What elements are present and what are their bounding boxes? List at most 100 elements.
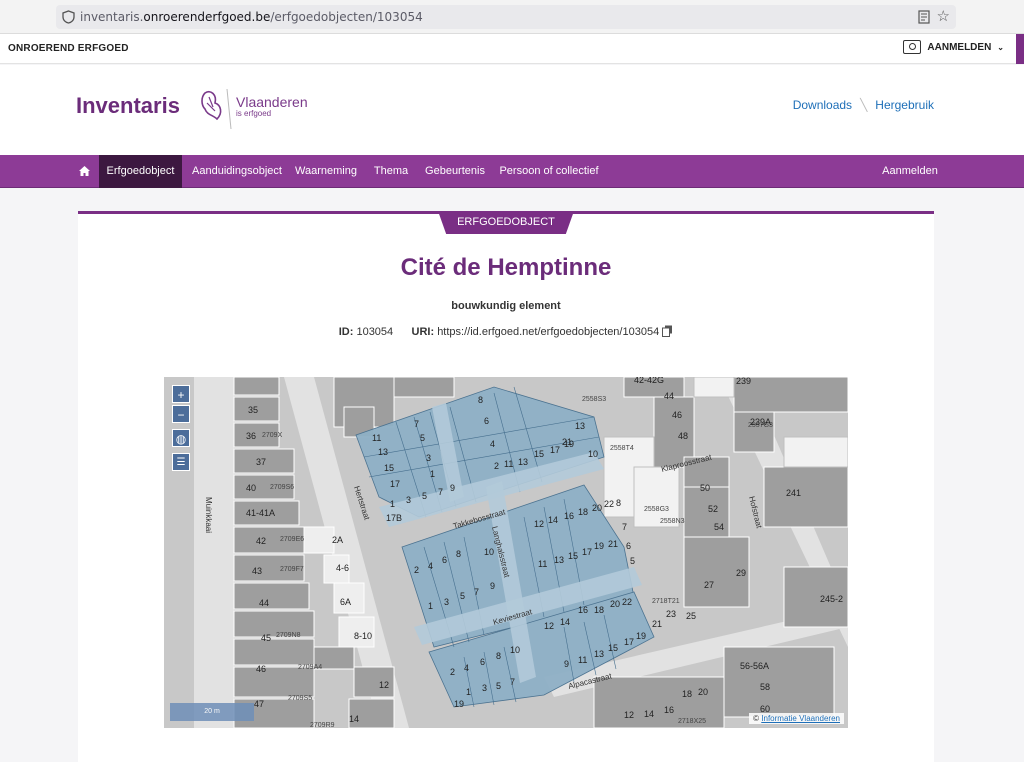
map-canvas: Muinkkaai Hertstraat Takkebosstraat Lang…	[164, 377, 848, 728]
ribbon-accent	[1016, 34, 1024, 64]
svg-text:14: 14	[644, 709, 654, 719]
svg-text:9: 9	[564, 659, 569, 669]
svg-text:47: 47	[254, 699, 264, 709]
svg-text:6A: 6A	[340, 597, 351, 607]
nav-item-persoon[interactable]: Persoon of collectief	[496, 155, 602, 188]
page-title: Cité de Hemptinne	[400, 254, 612, 281]
svg-text:4: 4	[428, 561, 433, 571]
svg-text:44: 44	[664, 391, 674, 401]
svg-text:42-42G: 42-42G	[634, 377, 664, 385]
svg-text:1: 1	[428, 601, 433, 611]
id-card-icon	[903, 40, 922, 54]
svg-text:36: 36	[246, 431, 256, 441]
svg-text:4: 4	[490, 439, 495, 449]
svg-text:2709A4: 2709A4	[298, 664, 322, 671]
svg-text:8: 8	[478, 395, 483, 405]
nav-item-thema[interactable]: Thema	[366, 155, 416, 188]
svg-text:13: 13	[518, 457, 528, 467]
svg-text:10: 10	[588, 449, 598, 459]
svg-text:58: 58	[760, 682, 770, 692]
svg-text:12: 12	[544, 621, 554, 631]
svg-text:20: 20	[592, 503, 602, 513]
top-ribbon: ONROEREND ERFGOED AANMELDEN ⌄	[0, 34, 1024, 64]
svg-text:5: 5	[420, 433, 425, 443]
svg-text:13: 13	[575, 421, 585, 431]
svg-text:18: 18	[594, 605, 604, 615]
svg-text:46: 46	[256, 664, 266, 674]
svg-text:239A: 239A	[750, 417, 771, 427]
svg-text:23: 23	[666, 609, 676, 619]
nav-item-waarneming[interactable]: Waarneming	[290, 155, 362, 188]
svg-text:2558T4: 2558T4	[610, 445, 634, 452]
object-type: bouwkundig element	[451, 300, 561, 312]
svg-text:17: 17	[390, 479, 400, 489]
ribbon-login-button[interactable]: AANMELDEN ⌄	[903, 40, 1004, 54]
svg-text:241: 241	[786, 488, 801, 498]
globe-icon[interactable]: ◍	[172, 429, 190, 447]
svg-text:5: 5	[460, 591, 465, 601]
svg-text:2709N8: 2709N8	[276, 632, 301, 639]
layers-list-icon[interactable]: ☰	[172, 453, 190, 471]
copy-icon[interactable]	[662, 325, 673, 337]
address-bar[interactable]: inventaris.onroerenderfgoed.be/erfgoedob…	[56, 5, 956, 29]
nav-item-gebeurtenis[interactable]: Gebeurtenis	[420, 155, 490, 188]
nav-item-erfgoedobject[interactable]: Erfgoedobject	[99, 155, 182, 188]
svg-text:3: 3	[482, 683, 487, 693]
nav-home[interactable]	[70, 155, 98, 188]
url-text: inventaris.onroerenderfgoed.be/erfgoedob…	[80, 10, 423, 24]
zoom-out-button[interactable]: −	[172, 405, 190, 423]
svg-text:19: 19	[594, 541, 604, 551]
inventaris-logo[interactable]: Inventaris	[76, 93, 180, 119]
svg-text:20: 20	[610, 599, 620, 609]
svg-text:9: 9	[490, 581, 495, 591]
svg-text:7: 7	[474, 587, 479, 597]
home-icon	[78, 166, 90, 176]
svg-text:44: 44	[259, 598, 269, 608]
bookmark-star-icon[interactable]: ☆	[937, 7, 950, 25]
zoom-in-button[interactable]: +	[172, 385, 190, 403]
svg-text:43: 43	[252, 566, 262, 576]
svg-text:2709F7: 2709F7	[280, 566, 304, 573]
attribution-link[interactable]: Informatie Vlaanderen	[761, 714, 840, 723]
svg-text:16: 16	[664, 705, 674, 715]
map-view[interactable]: Muinkkaai Hertstraat Takkebosstraat Lang…	[164, 377, 848, 728]
svg-text:41-41A: 41-41A	[246, 508, 275, 518]
hergebruik-link[interactable]: Hergebruik	[875, 98, 934, 112]
svg-text:17B: 17B	[386, 513, 402, 523]
header-links: Downloads ╲ Hergebruik	[793, 98, 934, 112]
svg-text:35: 35	[248, 405, 258, 415]
svg-text:1: 1	[466, 687, 471, 697]
svg-text:6: 6	[442, 555, 447, 565]
svg-text:11: 11	[578, 655, 587, 665]
svg-text:14: 14	[560, 617, 570, 627]
svg-text:21: 21	[652, 619, 662, 629]
svg-text:4-6: 4-6	[336, 563, 349, 573]
id-value: 103054	[356, 326, 394, 338]
svg-text:2558S3: 2558S3	[582, 396, 606, 403]
vlaanderen-tagline: is erfgoed	[236, 109, 272, 118]
nav-login[interactable]: Aanmelden	[874, 155, 946, 188]
svg-text:15: 15	[384, 463, 394, 473]
svg-text:3: 3	[406, 495, 411, 505]
svg-text:7: 7	[510, 677, 515, 687]
brand-name[interactable]: ONROEREND ERFGOED	[8, 43, 129, 54]
svg-text:5: 5	[630, 556, 635, 566]
attribution-prefix: ©	[753, 714, 760, 723]
svg-text:15: 15	[608, 643, 618, 653]
id-label: ID:	[338, 326, 354, 338]
link-separator: ╲	[860, 98, 868, 112]
reader-view-icon[interactable]	[918, 10, 930, 24]
svg-text:8-10: 8-10	[354, 631, 372, 641]
browser-toolbar: inventaris.onroerenderfgoed.be/erfgoedob…	[0, 0, 1024, 34]
svg-text:54: 54	[714, 522, 724, 532]
svg-text:13: 13	[378, 447, 388, 457]
svg-text:2558G3: 2558G3	[644, 506, 669, 513]
svg-text:12: 12	[624, 710, 634, 720]
nav-item-aanduidingsobject[interactable]: Aanduidingsobject	[186, 155, 288, 188]
svg-text:16: 16	[578, 605, 588, 615]
svg-text:52: 52	[708, 504, 718, 514]
street-muinkkaai: Muinkkaai	[204, 497, 213, 533]
svg-text:15: 15	[534, 449, 544, 459]
svg-text:2709X: 2709X	[262, 432, 283, 439]
downloads-link[interactable]: Downloads	[793, 98, 852, 112]
